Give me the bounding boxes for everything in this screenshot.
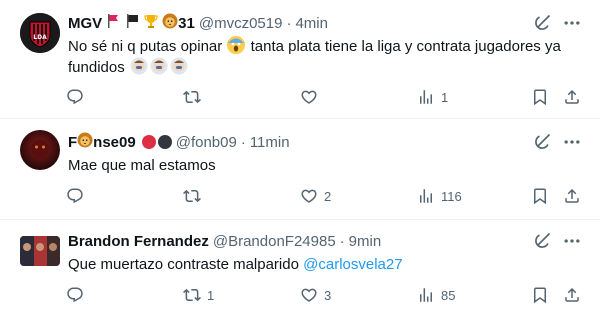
reply-icon: [66, 88, 84, 106]
bookmark-button[interactable]: [531, 185, 549, 207]
lion-icon: [162, 13, 178, 33]
retweet-button[interactable]: 1: [183, 284, 214, 306]
black-circle-icon: [157, 135, 172, 149]
facepalm-icon: [130, 57, 148, 75]
bookmark-button[interactable]: [531, 284, 549, 306]
like-button[interactable]: [300, 86, 324, 108]
user-handle[interactable]: @BrandonF24985: [213, 233, 336, 250]
grok-icon[interactable]: [532, 13, 552, 33]
avatar[interactable]: [20, 236, 60, 266]
views-icon: [417, 88, 435, 106]
display-name[interactable]: Brandon Fernandez: [68, 233, 209, 250]
like-button[interactable]: 3: [300, 284, 331, 306]
share-icon: [563, 286, 581, 304]
timestamp[interactable]: 9min: [349, 233, 382, 250]
retweet-icon: [183, 88, 201, 106]
more-icon[interactable]: [562, 132, 582, 152]
user-handle[interactable]: @mvcz0519: [199, 15, 283, 32]
reply-button[interactable]: [66, 185, 90, 207]
header-actions: [532, 131, 582, 153]
tweet-actions: 2 116: [66, 185, 586, 207]
tweet-header: F nse09 @fonb09 · 11min: [68, 131, 290, 153]
tweet-header: MGV 31 @mvcz0519 · 4min: [68, 12, 328, 34]
like-count: 2: [324, 188, 332, 204]
share-button[interactable]: [563, 284, 581, 306]
tweet[interactable]: LDA MGV 31 @mvcz0519 · 4min No sé ni q p…: [0, 0, 600, 119]
heart-icon: [300, 286, 318, 304]
separator-dot: ·: [339, 232, 345, 250]
facepalm-icon: [170, 57, 188, 75]
heart-icon: [300, 88, 318, 106]
grok-icon[interactable]: [532, 132, 552, 152]
separator-dot: ·: [286, 14, 292, 32]
views-button[interactable]: 85: [417, 284, 455, 306]
grok-icon[interactable]: [532, 231, 552, 251]
reply-button[interactable]: [66, 284, 90, 306]
share-button[interactable]: [563, 185, 581, 207]
views-button[interactable]: 1: [417, 86, 448, 108]
more-icon[interactable]: [562, 231, 582, 251]
share-icon: [563, 187, 581, 205]
red-flag-icon: [105, 13, 121, 33]
retweet-button[interactable]: [183, 185, 207, 207]
tweet-text: No sé ni q putas opinar tanta plata tien…: [68, 36, 580, 78]
tweet[interactable]: F nse09 @fonb09 · 11min Mae que mal esta…: [0, 119, 600, 220]
retweet-count: 1: [207, 287, 215, 303]
tweet-text: Que muertazo contraste malparido @carlos…: [68, 254, 580, 275]
red-circle-icon: [141, 135, 156, 149]
view-count: 116: [441, 188, 462, 204]
tweet-actions: 1 3 85: [66, 284, 586, 306]
trophy-icon: [143, 13, 159, 33]
separator-dot: ·: [240, 133, 246, 151]
bookmark-button[interactable]: [531, 86, 549, 108]
display-name-prefix[interactable]: F: [68, 134, 77, 151]
screaming-face-icon: [227, 36, 246, 54]
avatar[interactable]: LDA: [20, 13, 60, 53]
lion-icon: [77, 132, 93, 152]
display-name[interactable]: nse09: [93, 134, 136, 151]
like-button[interactable]: 2: [300, 185, 331, 207]
more-icon[interactable]: [562, 13, 582, 33]
heart-icon: [300, 187, 318, 205]
view-count: 1: [441, 89, 449, 105]
retweet-button[interactable]: [183, 86, 207, 108]
avatar-text: LDA: [33, 34, 47, 41]
bookmark-icon: [531, 187, 549, 205]
avatar[interactable]: [20, 130, 60, 170]
display-name[interactable]: MGV: [68, 15, 102, 32]
tweet-actions: 1: [66, 86, 586, 108]
views-button[interactable]: 116: [417, 185, 462, 207]
bookmark-icon: [531, 88, 549, 106]
share-icon: [563, 88, 581, 106]
display-name-suffix: 31: [178, 14, 195, 32]
share-button[interactable]: [563, 86, 581, 108]
retweet-icon: [183, 187, 201, 205]
view-count: 85: [441, 287, 456, 303]
like-count: 3: [324, 287, 332, 303]
views-icon: [417, 187, 435, 205]
mention-link[interactable]: @carlosvela27: [303, 256, 402, 273]
facepalm-icon: [150, 57, 168, 75]
user-handle[interactable]: @fonb09: [176, 134, 237, 151]
retweet-icon: [183, 286, 201, 304]
reply-button[interactable]: [66, 86, 90, 108]
tweet-header: Brandon Fernandez @BrandonF24985 · 9min: [68, 230, 381, 252]
tweet-text-part: No sé ni q putas opinar: [68, 38, 227, 55]
header-actions: [532, 12, 582, 34]
reply-icon: [66, 187, 84, 205]
tweet[interactable]: Brandon Fernandez @BrandonF24985 · 9min …: [0, 220, 600, 319]
black-flag-icon: [124, 13, 140, 33]
reply-icon: [66, 286, 84, 304]
header-actions: [532, 230, 582, 252]
views-icon: [417, 286, 435, 304]
tweet-text: Mae que mal estamos: [68, 157, 216, 174]
timestamp[interactable]: 4min: [295, 15, 328, 32]
timestamp[interactable]: 11min: [250, 134, 290, 151]
bookmark-icon: [531, 286, 549, 304]
tweet-text-part: Que muertazo contraste malparido: [68, 256, 304, 273]
